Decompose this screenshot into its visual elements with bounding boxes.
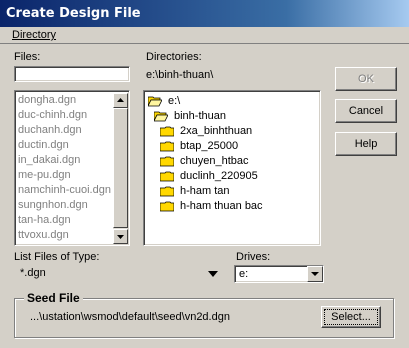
folder-icon (160, 156, 174, 167)
seed-file-path: ...\ustation\wsmod\default\seed\vn2d.dgn (30, 311, 230, 323)
dir-item-label: chuyen_htbac (180, 155, 249, 167)
file-type-label: List Files of Type: (14, 251, 100, 263)
files-list[interactable]: dongha.dgn duc-chinh.dgn duchanh.dgn duc… (14, 90, 130, 246)
list-item[interactable]: tan-ha.dgn (18, 214, 71, 226)
help-button[interactable]: Help (335, 132, 397, 156)
scroll-thumb[interactable] (113, 108, 128, 228)
drives-dropdown-button[interactable] (307, 266, 323, 282)
files-input[interactable] (14, 66, 130, 82)
title-bar[interactable]: Create Design File (0, 0, 409, 27)
list-item[interactable]: duchanh.dgn (18, 124, 82, 136)
cancel-button[interactable]: Cancel (335, 99, 397, 123)
menu-bar: Directory (0, 27, 409, 44)
folder-icon (160, 141, 174, 152)
folder-icon (160, 126, 174, 137)
list-item[interactable]: namchinh-cuoi.dgn (18, 184, 111, 196)
list-item[interactable]: sungnhon.dgn (18, 199, 88, 211)
folder-icon (160, 171, 174, 182)
directories-label: Directories: (146, 51, 202, 63)
file-type-select[interactable]: *.dgn (14, 265, 223, 283)
list-item[interactable]: ttvoxu.dgn (18, 229, 69, 241)
seed-file-label: Seed File (24, 291, 83, 305)
directories-list[interactable]: e:\ binh-thuan 2xa_binhthuan btap_25000 … (143, 90, 321, 246)
dir-item-label: 2xa_binhthuan (180, 125, 253, 137)
drives-label: Drives: (236, 251, 271, 263)
list-item[interactable]: in_dakai.dgn (18, 154, 80, 166)
dir-item-label: h-ham thuan bac (180, 200, 263, 212)
ok-button[interactable]: OK (335, 67, 397, 91)
chevron-down-icon (311, 272, 319, 276)
folder-icon (160, 186, 174, 197)
open-folder-icon (148, 96, 162, 107)
list-item[interactable]: me-pu.dgn (18, 169, 71, 181)
list-item[interactable]: ductin.dgn (18, 139, 69, 151)
dir-item-label: binh-thuan (174, 110, 226, 122)
file-type-value: *.dgn (20, 267, 46, 279)
files-label: Files: (14, 51, 41, 63)
current-path: e:\binh-thuan\ (146, 69, 214, 81)
scroll-down-button[interactable] (113, 229, 128, 244)
list-item[interactable]: duc-chinh.dgn (18, 109, 87, 121)
select-button[interactable]: Select... (321, 306, 381, 328)
list-item[interactable]: dongha.dgn (18, 94, 76, 106)
arrow-up-icon (117, 98, 124, 102)
menu-directory[interactable]: Directory (12, 29, 56, 41)
open-folder-icon (154, 111, 168, 122)
dir-item-label: duclinh_220905 (180, 170, 258, 182)
folder-icon (160, 201, 174, 212)
files-scrollbar[interactable] (113, 93, 128, 244)
dir-item-label: e:\ (168, 95, 181, 107)
drives-value: e: (239, 268, 249, 280)
drives-select[interactable]: e: (234, 265, 324, 283)
window-title: Create Design File (6, 6, 141, 21)
chevron-down-icon (208, 271, 218, 277)
dir-item-label: h-ham tan (180, 185, 230, 197)
dir-item-label: btap_25000 (180, 140, 239, 152)
scroll-up-button[interactable] (113, 93, 128, 108)
arrow-down-icon (117, 235, 124, 239)
